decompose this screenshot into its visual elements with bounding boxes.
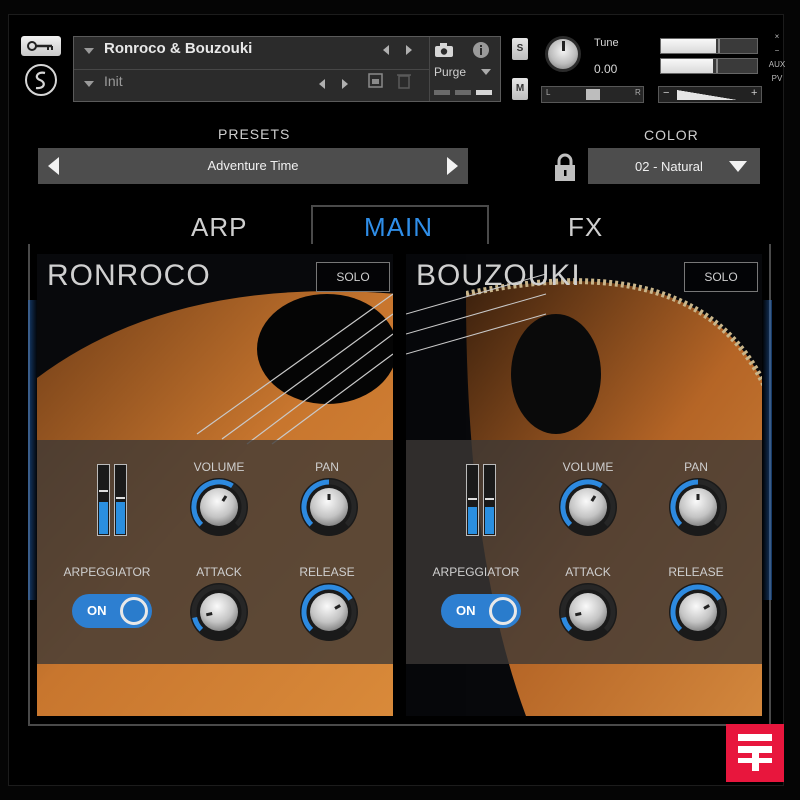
ronroco-panel: RONROCO SOLO VOLUME PAN ARPEGGIATOR ON A… — [37, 254, 393, 716]
attack-knob-graphic — [190, 583, 248, 641]
toggle-thumb — [489, 597, 517, 625]
purge-menu[interactable]: Purge — [434, 65, 466, 79]
pan-left-label: L — [546, 88, 551, 97]
toggle-thumb — [120, 597, 148, 625]
instrument-header: Ronroco & Bouzouki Init Purge — [73, 36, 501, 102]
volume-knob[interactable] — [189, 477, 249, 537]
instrument-title: BOUZOUKI — [416, 259, 581, 292]
release-label: RELEASE — [299, 565, 355, 579]
volume-knob[interactable] — [558, 477, 618, 537]
pan-right-label: R — [635, 88, 641, 97]
tab-arp[interactable]: ARP — [191, 212, 247, 243]
close-icon[interactable]: × — [768, 30, 786, 44]
side-controls: × − AUX PV — [768, 30, 786, 86]
bouzouki-panel: BOUZOUKI SOLO VOLUME PAN ARPEGGIATOR ON … — [406, 254, 762, 716]
prev-instrument-icon[interactable] — [383, 45, 389, 55]
master-meter-right — [660, 58, 758, 74]
volume-label: VOLUME — [193, 460, 245, 474]
volume-knob-graphic — [559, 478, 617, 536]
preset-name[interactable]: Adventure Time — [38, 158, 468, 173]
attack-knob[interactable] — [189, 582, 249, 642]
purge-chevron-icon[interactable] — [481, 69, 491, 75]
preset-selector[interactable]: Adventure Time — [38, 148, 468, 184]
toggle-state: ON — [456, 603, 476, 618]
color-name: 02 - Natural — [635, 159, 703, 174]
pan-label: PAN — [684, 460, 708, 474]
save-icon[interactable] — [368, 73, 384, 89]
arpeggiator-label: ARPEGGIATOR — [432, 565, 520, 579]
release-knob[interactable] — [668, 582, 728, 642]
info-icon[interactable] — [472, 41, 490, 59]
volume-label: VOLUME — [562, 460, 614, 474]
presets-label: PRESETS — [218, 126, 291, 142]
chevron-down-icon — [729, 161, 747, 172]
pan-knob[interactable] — [299, 477, 359, 537]
level-meter-right — [483, 464, 496, 536]
prev-preset-icon[interactable] — [319, 79, 325, 89]
level-meter-left — [97, 464, 110, 536]
level-meter-right — [114, 464, 127, 536]
next-preset-icon[interactable] — [342, 79, 348, 89]
tune-value[interactable]: 0.00 — [594, 62, 617, 76]
brand-logo — [25, 64, 57, 96]
aux-button[interactable]: AUX — [768, 58, 786, 72]
mute-global-button[interactable]: M — [512, 78, 528, 100]
solo-global-button[interactable]: S — [512, 38, 528, 60]
pan-knob-graphic — [300, 478, 358, 536]
controls-block: VOLUME PAN ARPEGGIATOR ON ATTACK RELEASE — [406, 440, 762, 664]
color-dropdown[interactable]: 02 - Natural — [588, 148, 760, 184]
release-label: RELEASE — [668, 565, 724, 579]
solo-button[interactable]: SOLO — [684, 262, 758, 292]
watermark-badge — [726, 724, 784, 782]
master-pan-slider[interactable]: L R — [541, 86, 644, 103]
attack-knob[interactable] — [558, 582, 618, 642]
pv-button[interactable]: PV — [768, 72, 786, 86]
attack-label: ATTACK — [565, 565, 611, 579]
minimize-icon[interactable]: − — [768, 44, 786, 58]
instrument-preset[interactable]: Init — [104, 73, 123, 89]
volume-minus[interactable]: − — [663, 87, 669, 99]
attack-label: ATTACK — [196, 565, 242, 579]
arpeggiator-toggle[interactable]: ON — [72, 594, 152, 628]
next-preset-arrow-icon[interactable] — [447, 157, 458, 175]
lock-icon[interactable] — [553, 152, 577, 182]
release-knob-graphic — [669, 583, 727, 641]
tab-fx[interactable]: FX — [568, 212, 603, 243]
tune-knob[interactable] — [545, 36, 581, 72]
plugin-window: Ronroco & Bouzouki Init Purge S M Tune 0… — [0, 0, 800, 800]
pan-knob[interactable] — [668, 477, 728, 537]
color-label: COLOR — [644, 127, 699, 143]
pan-label: PAN — [315, 460, 339, 474]
arpeggiator-label: ARPEGGIATOR — [63, 565, 151, 579]
next-instrument-icon[interactable] — [406, 45, 412, 55]
instrument-title: RONROCO — [47, 259, 211, 292]
tab-main[interactable]: MAIN — [364, 212, 433, 243]
controls-block: VOLUME PAN ARPEGGIATOR ON ATTACK RELEASE — [37, 440, 393, 664]
volume-knob-graphic — [190, 478, 248, 536]
volume-plus[interactable]: + — [751, 87, 757, 99]
toggle-state: ON — [87, 603, 107, 618]
tune-label: Tune — [594, 37, 619, 49]
instrument-menu-icon[interactable] — [84, 48, 94, 54]
pan-knob-graphic — [669, 478, 727, 536]
wrench-icon — [27, 41, 53, 51]
release-knob-graphic — [300, 583, 358, 641]
attack-knob-graphic — [559, 583, 617, 641]
master-volume-slider[interactable]: − + — [658, 86, 762, 103]
preset-menu-icon[interactable] — [84, 81, 94, 87]
release-knob[interactable] — [299, 582, 359, 642]
instrument-name[interactable]: Ronroco & Bouzouki — [104, 40, 252, 57]
master-meter-left — [660, 38, 758, 54]
level-meter-left — [466, 464, 479, 536]
solo-button[interactable]: SOLO — [316, 262, 390, 292]
arpeggiator-toggle[interactable]: ON — [441, 594, 521, 628]
camera-icon[interactable] — [434, 42, 454, 58]
pan-thumb[interactable] — [586, 89, 600, 100]
delete-icon[interactable] — [397, 72, 411, 90]
wrench-button[interactable] — [21, 36, 61, 56]
